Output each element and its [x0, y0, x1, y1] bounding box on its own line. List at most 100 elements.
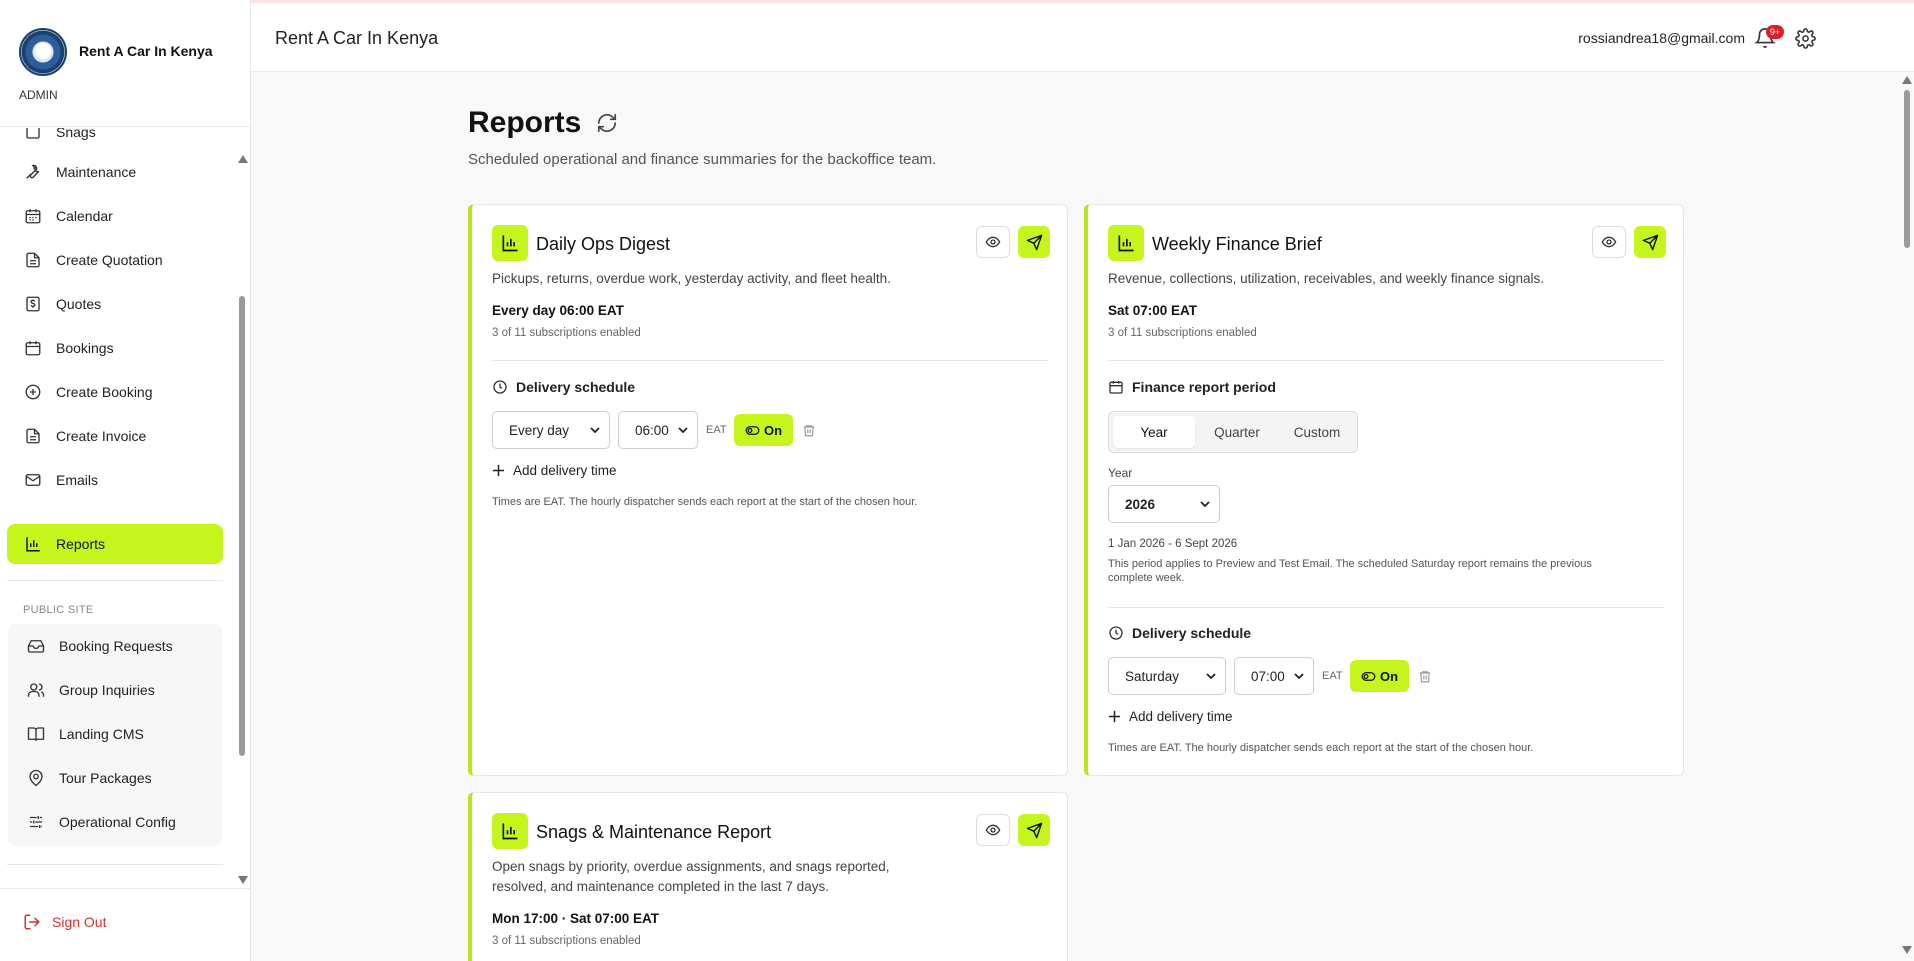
finance-period-heading: Finance report period: [1108, 379, 1276, 395]
add-delivery-time-button[interactable]: Add delivery time: [492, 463, 617, 478]
time-select[interactable]: 07:00: [1234, 657, 1314, 695]
sidebar-item-label: Calendar: [56, 208, 113, 224]
sidebar-item-create-invoice[interactable]: Create Invoice: [7, 416, 223, 456]
sidebar-item-label: Tour Packages: [59, 770, 152, 786]
page-scroll-down[interactable]: [1902, 946, 1912, 954]
year-select[interactable]: 2026: [1108, 485, 1220, 523]
card-divider: [1108, 607, 1664, 608]
trash-icon[interactable]: [1418, 669, 1432, 684]
sidebar-item-tour-packages[interactable]: Tour Packages: [8, 758, 222, 798]
subscriptions-count: 3 of 11 subscriptions enabled: [1108, 327, 1257, 339]
toggle-icon: [1361, 671, 1376, 681]
sidebar-item-label: Quotes: [56, 296, 102, 312]
logout-icon: [24, 914, 40, 930]
period-note-line-1: This period applies to Preview and Test …: [1108, 558, 1592, 570]
preview-button[interactable]: [976, 814, 1010, 846]
schedule-toggle[interactable]: On: [734, 414, 793, 446]
period-option-custom[interactable]: Custom: [1279, 416, 1355, 448]
add-delivery-time-label: Add delivery time: [1129, 709, 1233, 724]
report-card-daily-ops: Daily Ops Digest Pickups, returns, overd…: [468, 204, 1068, 776]
sidebar-item-maintenance[interactable]: Maintenance: [7, 152, 223, 192]
calendar-icon: [25, 341, 41, 356]
report-title: Snags & Maintenance Report: [536, 822, 772, 842]
sidebar-divider: [7, 864, 223, 865]
sidebar-item-create-quotation[interactable]: Create Quotation: [7, 240, 223, 280]
refresh-icon[interactable]: [596, 112, 618, 134]
dollar-icon: [26, 296, 40, 312]
card-divider: [492, 360, 1048, 361]
gear-icon[interactable]: [1795, 28, 1816, 49]
document-icon: [26, 252, 40, 268]
time-select[interactable]: 06:00: [618, 411, 698, 449]
brand-name: Rent A Car In Kenya: [79, 43, 213, 59]
report-description: Revenue, collections, utilization, recei…: [1108, 271, 1544, 286]
sidebar-item-emails[interactable]: Emails: [7, 460, 223, 500]
send-test-email-button[interactable]: [1634, 226, 1666, 258]
inbox-icon: [27, 640, 45, 653]
sliders-icon: [30, 816, 42, 828]
trash-icon[interactable]: [802, 423, 816, 438]
timezone-label: EAT: [706, 424, 727, 436]
timezone-note: Times are EAT. The hourly dispatcher sen…: [492, 496, 918, 508]
sidebar-item-landing-cms[interactable]: Landing CMS: [8, 714, 222, 754]
preview-button[interactable]: [1592, 226, 1626, 258]
chevron-down-icon: [1200, 501, 1210, 508]
sidebar-scroll-down[interactable]: [238, 876, 248, 884]
subscriptions-count: 3 of 11 subscriptions enabled: [492, 327, 641, 339]
plus-icon: [492, 464, 505, 477]
year-value: 2026: [1125, 496, 1156, 512]
bar-chart-icon: [26, 537, 40, 552]
sidebar-item-snags[interactable]: Snags: [7, 128, 223, 152]
eye-icon: [985, 236, 1001, 248]
chevron-down-icon: [1294, 673, 1304, 680]
notification-badge: 9+: [1766, 25, 1784, 39]
map-pin-icon: [29, 769, 43, 787]
sign-out-button[interactable]: Sign Out: [23, 913, 106, 931]
sidebar-footer: Sign Out: [0, 888, 250, 961]
page-scrollbar[interactable]: [1904, 90, 1910, 248]
chevron-down-icon: [1206, 673, 1216, 680]
sidebar-nav[interactable]: Snags Maintenance Calendar Create Quotat…: [0, 128, 232, 888]
sidebar-scrollbar[interactable]: [239, 296, 245, 756]
preview-button[interactable]: [976, 226, 1010, 258]
user-role: ADMIN: [19, 88, 58, 102]
period-option-year[interactable]: Year: [1113, 416, 1195, 448]
page-scroll-up[interactable]: [1902, 76, 1912, 84]
send-test-email-button[interactable]: [1018, 226, 1050, 258]
frequency-select[interactable]: Every day: [492, 411, 610, 449]
period-option-quarter[interactable]: Quarter: [1199, 416, 1275, 448]
sidebar-item-label: Create Invoice: [56, 428, 147, 444]
plus-circle-icon: [25, 384, 41, 400]
sidebar-item-booking-requests[interactable]: Booking Requests: [8, 626, 222, 666]
sidebar-item-quotes[interactable]: Quotes: [7, 284, 223, 324]
sidebar-item-label: Reports: [56, 536, 106, 552]
chevron-down-icon: [590, 427, 600, 434]
report-card-snags-maintenance: Snags & Maintenance Report Open snags by…: [468, 792, 1068, 961]
report-description: Pickups, returns, overdue work, yesterda…: [492, 271, 891, 286]
sidebar-item-group-inquiries[interactable]: Group Inquiries: [8, 670, 222, 710]
wrench-icon: [26, 164, 40, 179]
send-icon: [1026, 822, 1042, 838]
timezone-note: Times are EAT. The hourly dispatcher sen…: [1108, 742, 1534, 754]
sidebar-item-calendar[interactable]: Calendar: [7, 196, 223, 236]
report-icon: [492, 225, 528, 261]
sidebar-item-operational-config[interactable]: Operational Config: [8, 802, 222, 842]
sidebar-item-label: Emails: [56, 472, 99, 488]
delivery-schedule-heading: Delivery schedule: [492, 379, 635, 395]
sidebar-divider: [7, 580, 223, 581]
sidebar-item-bookings[interactable]: Bookings: [7, 328, 223, 368]
frequency-select[interactable]: Saturday: [1108, 657, 1226, 695]
mail-icon: [25, 474, 41, 486]
sidebar-item-label: Group Inquiries: [59, 682, 155, 698]
schedule-toggle[interactable]: On: [1350, 660, 1409, 692]
send-test-email-button[interactable]: [1018, 814, 1050, 846]
sidebar-item-label: Maintenance: [56, 164, 137, 180]
period-note-line-2: complete week.: [1108, 572, 1185, 584]
sidebar-item-reports[interactable]: Reports: [7, 524, 223, 564]
sidebar-item-create-booking[interactable]: Create Booking: [7, 372, 223, 412]
sidebar-scroll-up[interactable]: [238, 155, 248, 163]
user-email[interactable]: rossiandrea18@gmail.com: [1578, 30, 1745, 46]
sidebar-item-label: Bookings: [56, 340, 114, 356]
clock-icon: [1109, 626, 1123, 640]
add-delivery-time-button[interactable]: Add delivery time: [1108, 709, 1233, 724]
